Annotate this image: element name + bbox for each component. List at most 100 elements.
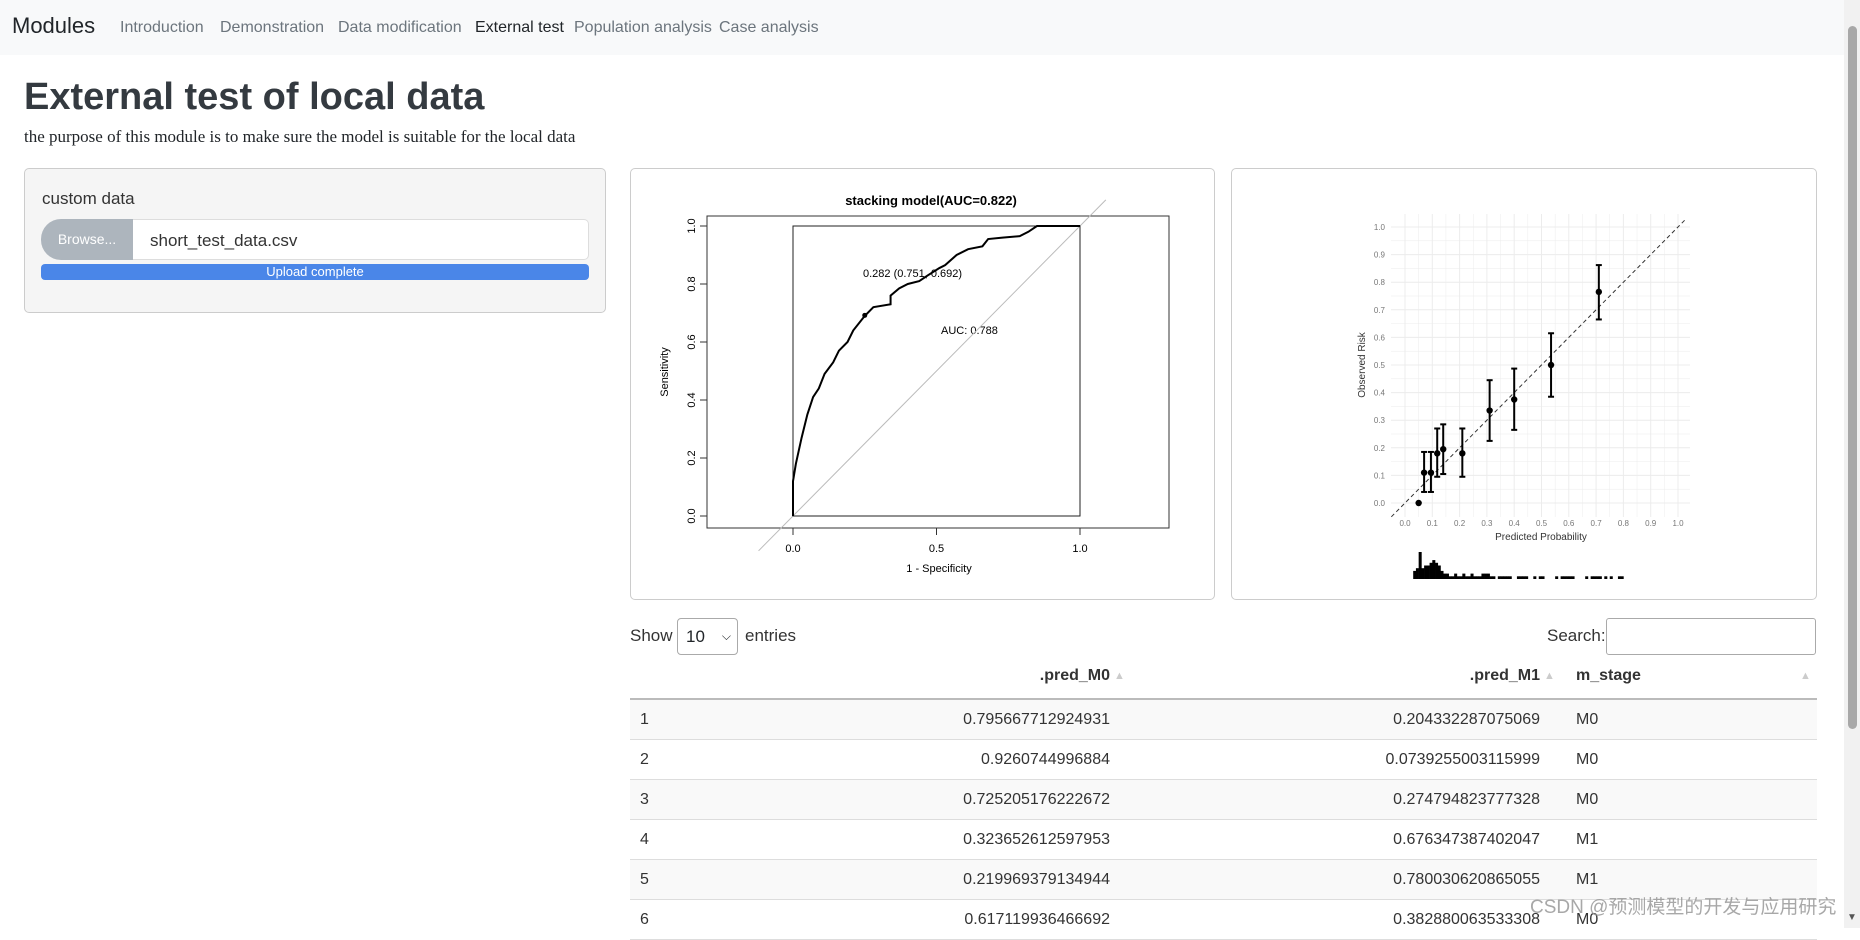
- cell-pred-m1: 0.204332287075069: [1393, 711, 1540, 728]
- search-input[interactable]: [1606, 618, 1816, 655]
- entries-label: entries: [745, 626, 797, 645]
- cell-pred-m0: 0.795667712924931: [963, 711, 1110, 728]
- nav-introduction[interactable]: Introduction: [120, 19, 204, 37]
- table-row[interactable]: 4 0.323652612597953 0.676347387402047 M1: [630, 820, 1817, 860]
- table-row[interactable]: 1 0.795667712924931 0.204332287075069 M0: [630, 700, 1817, 740]
- histogram-bar: [1445, 573, 1449, 579]
- histogram-bar: [1486, 573, 1490, 579]
- chart-title: stacking model(AUC=0.822): [845, 193, 1017, 208]
- sort-icon[interactable]: ▲: [1800, 670, 1811, 682]
- histogram-bar: [1432, 560, 1436, 579]
- histogram-bar: [1617, 576, 1621, 579]
- histogram-bar: [1413, 570, 1417, 579]
- histogram-bar: [1424, 565, 1428, 579]
- nav-external-test[interactable]: External test: [475, 19, 564, 37]
- scrollbar[interactable]: ▼: [1844, 0, 1860, 928]
- cell-pred-m1: 0.382880063533308: [1393, 911, 1540, 928]
- sort-icon[interactable]: ▲: [1114, 670, 1125, 682]
- histogram-bar: [1437, 565, 1441, 579]
- sort-icon[interactable]: ▲: [1544, 670, 1555, 682]
- y-tick-label: 0.2: [1374, 444, 1386, 453]
- x-tick-label: 0.3: [1481, 519, 1493, 528]
- y-axis-label: Sensitivity: [659, 347, 671, 397]
- page-size-value: 10: [686, 627, 705, 646]
- histogram-bar: [1516, 576, 1520, 579]
- y-tick-label: 0.2: [686, 450, 698, 465]
- cell-index: 6: [640, 911, 649, 928]
- brand[interactable]: Modules: [12, 13, 95, 39]
- upload-label: custom data: [42, 189, 135, 208]
- cell-pred-m1: 0.274794823777328: [1393, 791, 1540, 808]
- table-row[interactable]: 3 0.725205176222672 0.274794823777328 M0: [630, 780, 1817, 820]
- calibration-plot-panel: Predicted Probability Observed Risk 0.0 0…: [1231, 168, 1817, 600]
- histogram-bar: [1593, 576, 1597, 579]
- x-axis-label: Predicted Probability: [1495, 532, 1587, 543]
- roc-plot-panel: stacking model(AUC=0.822) 1 - Specificit…: [630, 168, 1215, 600]
- x-tick-label: 0.1: [1427, 519, 1439, 528]
- histogram-bar: [1459, 576, 1463, 579]
- roc-chart: stacking model(AUC=0.822) 1 - Specificit…: [659, 193, 1170, 575]
- nav-population-analysis[interactable]: Population analysis: [574, 19, 712, 37]
- histogram-bar: [1418, 552, 1422, 579]
- cell-m-stage: M1: [1576, 831, 1599, 848]
- y-tick-label: 0.8: [1374, 278, 1386, 287]
- scroll-down-icon[interactable]: ▼: [1847, 912, 1857, 923]
- histogram-bar: [1454, 573, 1458, 579]
- cell-index: 3: [640, 791, 649, 808]
- cell-m-stage: M0: [1576, 751, 1599, 768]
- data-point: [1434, 450, 1441, 457]
- histogram-bar: [1478, 576, 1482, 579]
- col-header-m-stage[interactable]: m_stage: [1576, 667, 1641, 685]
- table-row[interactable]: 2 0.9260744996884 0.0739255003115999 M0: [630, 740, 1817, 780]
- histogram-bar: [1481, 573, 1485, 579]
- data-point: [1415, 499, 1422, 507]
- col-header-pred-m0[interactable]: .pred_M0: [900, 667, 1110, 685]
- histogram-bar: [1475, 576, 1480, 579]
- x-tick-label: 0.5: [1536, 519, 1548, 528]
- cell-index: 4: [640, 831, 649, 848]
- histogram-bar: [1448, 576, 1452, 579]
- col-header-pred-m1[interactable]: .pred_M1: [1330, 667, 1540, 685]
- histogram-bar: [1508, 576, 1512, 579]
- histogram-bar: [1451, 576, 1455, 579]
- x-axis-label: 1 - Specificity: [906, 563, 972, 575]
- y-tick-label: 0.5: [1374, 361, 1386, 370]
- histogram-bar: [1429, 562, 1433, 579]
- cell-index: 1: [640, 711, 649, 728]
- cell-m-stage: M0: [1576, 791, 1599, 808]
- histogram-bar: [1609, 576, 1613, 579]
- histogram-bar: [1435, 562, 1439, 579]
- data-point: [1459, 450, 1466, 457]
- cell-pred-m0: 0.323652612597953: [963, 831, 1110, 848]
- histogram-bar: [1522, 576, 1526, 579]
- x-tick-label: 0.8: [1618, 519, 1630, 528]
- x-tick-label: 0.0: [785, 543, 800, 555]
- browse-button[interactable]: Browse...: [41, 219, 133, 260]
- histogram-bar: [1421, 568, 1425, 579]
- data-point: [1547, 361, 1555, 369]
- nav-demonstration[interactable]: Demonstration: [220, 19, 324, 37]
- page-size-select[interactable]: 10 ⌵: [677, 618, 738, 655]
- show-label: Show: [630, 626, 673, 645]
- y-tick-label: 0.6: [686, 334, 698, 349]
- filename-field[interactable]: short_test_data.csv: [133, 219, 589, 260]
- page-subtitle: the purpose of this module is to make su…: [24, 127, 576, 146]
- histogram-bar: [1555, 576, 1559, 579]
- upload-panel: custom data Browse... short_test_data.cs…: [24, 168, 606, 313]
- search-label: Search:: [1547, 626, 1606, 645]
- y-tick-label: 0.3: [1374, 416, 1386, 425]
- x-tick-label: 0.9: [1645, 519, 1657, 528]
- x-tick-label: 0.6: [1563, 519, 1575, 528]
- histogram-bar: [1440, 570, 1444, 579]
- cell-pred-m1: 0.0739255003115999: [1385, 751, 1540, 768]
- cell-index: 2: [640, 751, 649, 768]
- scrollbar-thumb[interactable]: [1848, 26, 1857, 729]
- cell-pred-m0: 0.9260744996884: [980, 751, 1110, 768]
- histogram-bar: [1590, 576, 1594, 579]
- nav-case-analysis[interactable]: Case analysis: [719, 19, 819, 37]
- histogram-bar: [1533, 576, 1537, 579]
- nav-data-modification[interactable]: Data modification: [338, 19, 462, 37]
- watermark: CSDN @预测模型的开发与应用研究: [1530, 897, 1837, 918]
- x-tick-label: 0.0: [1399, 519, 1411, 528]
- histogram-bar: [1585, 576, 1589, 579]
